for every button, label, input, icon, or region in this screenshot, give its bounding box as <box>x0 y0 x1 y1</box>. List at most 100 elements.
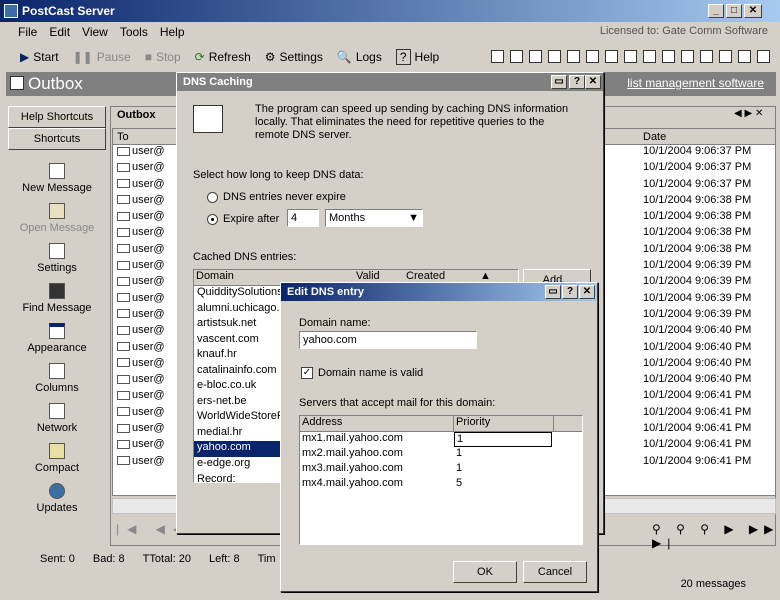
minimize-button[interactable]: _ <box>708 4 724 18</box>
edit-dialog-title: Edit DNS entry <box>287 286 365 298</box>
envelope-icon <box>117 162 130 172</box>
dns-entry[interactable]: artistsuk.net <box>194 317 284 333</box>
edit-dialog-restore-button[interactable]: ▭ <box>545 285 561 299</box>
envelope-icon <box>117 244 130 254</box>
sidebar-item-compact[interactable]: Compact <box>8 434 106 474</box>
server-row[interactable]: mx2.mail.yahoo.com 1 <box>300 447 582 462</box>
dns-dialog-help-button[interactable]: ? <box>569 75 585 89</box>
tab-outbox[interactable]: Outbox <box>112 106 164 126</box>
envelope-icon <box>117 342 130 352</box>
ok-button[interactable]: OK <box>453 561 517 583</box>
envelope-icon <box>117 276 130 286</box>
dns-entry[interactable]: knauf.hr <box>194 348 284 364</box>
expire-unit-select[interactable]: Months ▼ <box>325 209 423 227</box>
logs-button[interactable]: 🔍 Logs <box>337 50 382 64</box>
to-cell: user@ <box>117 275 165 287</box>
chevron-down-icon[interactable]: ▼ <box>408 212 419 224</box>
dns-entry[interactable]: QuidditySolutions.c <box>194 286 284 302</box>
tab-shortcuts[interactable]: Shortcuts <box>8 128 106 150</box>
server-address: mx3.mail.yahoo.com <box>302 462 403 474</box>
status-sent: Sent: 0 <box>40 553 75 565</box>
license-text: Licensed to: Gate Comm Software <box>599 25 768 37</box>
close-button[interactable]: ✕ <box>744 4 762 18</box>
menu-help[interactable]: Help <box>160 25 185 39</box>
server-priority: 5 <box>456 477 463 489</box>
dns-entry[interactable]: ers-net.be <box>194 395 284 411</box>
sidebar-item-columns[interactable]: Columns <box>8 354 106 394</box>
stop-button[interactable]: ■ Stop <box>145 50 181 64</box>
radio-expire-after[interactable]: Expire after <box>207 213 279 225</box>
sidebar-item-open-message[interactable]: Open Message <box>8 194 106 234</box>
edit-dialog-help-button[interactable]: ? <box>562 285 578 299</box>
sidebar-item-find-message[interactable]: Find Message <box>8 274 106 314</box>
dns-entry[interactable]: WorldWideStoreFr <box>194 410 284 426</box>
dns-entry[interactable]: yahoo.com <box>194 441 284 457</box>
dns-dialog-close-button[interactable]: ✕ <box>585 75 601 89</box>
sidebar-item-new-message[interactable]: New Message <box>8 154 106 194</box>
status-bad: Bad: 8 <box>92 553 125 565</box>
col-priority[interactable]: Priority <box>454 416 554 431</box>
to-cell: user@ <box>117 194 165 206</box>
col-date[interactable]: Date <box>643 131 666 143</box>
domain-name-input[interactable]: yahoo.com <box>299 331 477 349</box>
server-row[interactable]: mx1.mail.yahoo.com 1 <box>300 432 582 447</box>
sidebar-item-appearance[interactable]: Appearance <box>8 314 106 354</box>
cancel-button[interactable]: Cancel <box>523 561 587 583</box>
menu-file[interactable]: File <box>18 25 37 39</box>
menu-view[interactable]: View <box>82 25 108 39</box>
date-cell: 10/1/2004 9:06:41 PM <box>643 389 752 402</box>
restore-button[interactable]: □ <box>726 4 742 18</box>
edit-dialog-close-button[interactable]: ✕ <box>579 285 595 299</box>
sidebar: Help Shortcuts Shortcuts New Message Ope… <box>8 106 106 546</box>
menu-edit[interactable]: Edit <box>49 25 70 39</box>
dns-entry[interactable]: alumni.uchicago.e <box>194 302 284 318</box>
radio-expire-after-button[interactable] <box>207 213 218 225</box>
dns-entry[interactable]: catalinainfo.com <box>194 364 284 380</box>
pause-button[interactable]: ❚❚ Pause <box>73 50 131 64</box>
settings-button[interactable]: ⚙ Settings <box>265 50 323 64</box>
checkmark-icon[interactable]: ✓ <box>301 367 313 379</box>
dns-entry[interactable]: e-edge.org <box>194 457 284 473</box>
date-cell: 10/1/2004 9:06:39 PM <box>643 307 752 320</box>
refresh-button[interactable]: ⟳ Refresh <box>195 50 251 64</box>
server-priority: 1 <box>456 462 463 474</box>
server-row[interactable]: mx4.mail.yahoo.com 5 <box>300 477 582 492</box>
to-cell: user@ <box>117 145 165 157</box>
col-to[interactable]: To <box>117 131 129 143</box>
help-button[interactable]: ? Help <box>395 49 439 65</box>
nav-find-next-last[interactable]: ⚲ ⚲ ⚲ ▶ ▶▶ ▶| <box>652 522 780 550</box>
server-priority: 1 <box>456 447 463 459</box>
envelope-icon <box>117 423 130 433</box>
envelope-icon <box>117 439 130 449</box>
menu-tools[interactable]: Tools <box>120 25 148 39</box>
server-priority[interactable]: 1 <box>454 432 552 447</box>
to-cell: user@ <box>117 455 165 467</box>
menu-bar: File Edit View Tools Help Licensed to: G… <box>0 22 780 42</box>
dns-dialog-title: DNS Caching <box>183 76 253 88</box>
sidebar-item-updates[interactable]: Updates <box>8 474 106 514</box>
sidebar-item-settings[interactable]: Settings <box>8 234 106 274</box>
expire-value-input[interactable]: 4 <box>287 209 319 227</box>
toolbar: ▶ Start ❚❚ Pause ■ Stop ⟳ Refresh ⚙ Settings … <box>0 44 780 70</box>
servers-list: Address Priority mx1.mail.yahoo.com 1 mx2.… <box>299 415 583 545</box>
sidebar-item-network[interactable]: Network <box>8 394 106 434</box>
play-icon: ▶ <box>20 50 30 64</box>
dns-entry[interactable]: vascent.com <box>194 333 284 349</box>
radio-never-expire-button[interactable] <box>207 191 218 203</box>
envelope-icon <box>117 293 130 303</box>
radio-never-expire[interactable]: DNS entries never expire <box>207 191 346 203</box>
tab-scroll-arrows[interactable]: ◀ ▶ ✕ <box>734 108 763 119</box>
server-row[interactable]: mx3.mail.yahoo.com 1 <box>300 462 582 477</box>
to-cell: user@ <box>117 178 165 190</box>
date-cell: 10/1/2004 9:06:40 PM <box>643 356 752 369</box>
col-address[interactable]: Address <box>300 416 454 431</box>
start-button[interactable]: ▶ Start <box>20 50 59 64</box>
tab-help-shortcuts[interactable]: Help Shortcuts <box>8 106 106 128</box>
dns-entry[interactable]: e-bloc.co.uk <box>194 379 284 395</box>
dns-entry[interactable]: medial.hr <box>194 426 284 442</box>
valid-checkbox[interactable]: ✓ Domain name is valid <box>301 367 423 379</box>
to-cell: user@ <box>117 226 165 238</box>
promo-link[interactable]: list management software <box>627 76 764 90</box>
status-left: Left: 8 <box>208 553 240 565</box>
dns-dialog-restore-button[interactable]: ▭ <box>551 75 567 89</box>
